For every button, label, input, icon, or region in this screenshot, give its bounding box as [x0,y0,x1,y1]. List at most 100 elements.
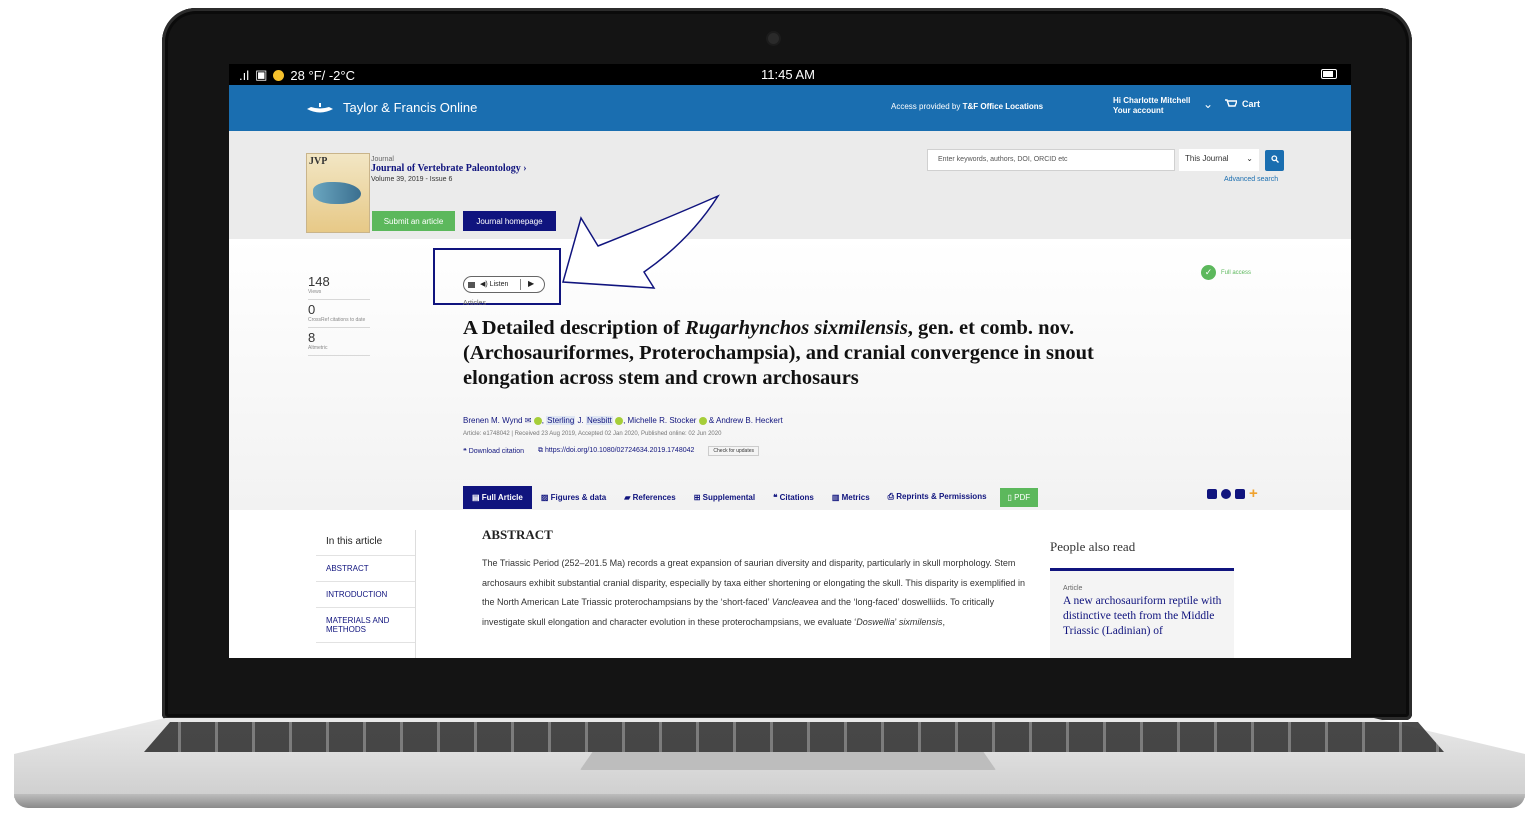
card-kind: Article [1063,585,1083,592]
citations-label: CrossRef citations to date [308,317,370,328]
tab-references[interactable]: ▰ References [615,486,685,509]
card-title[interactable]: A new archosauriform reptile with distin… [1063,594,1224,639]
search-scope-select[interactable]: This Journal ⌄ [1179,149,1259,171]
search-button[interactable] [1265,150,1284,171]
check-for-updates-button[interactable]: Check for updates [708,446,759,456]
submit-article-button[interactable]: Submit an article [372,211,455,231]
orcid-icon[interactable] [533,416,542,425]
listen-text: Listen [489,281,509,288]
cover-label: JVP [309,156,328,167]
chevron-down-icon: ⌄ [1246,154,1253,163]
listen-divider [520,279,521,290]
toc-item-introduction[interactable]: INTRODUCTION [316,582,415,608]
access-prefix: Access provided by [891,102,961,111]
tab-label: PDF [1014,492,1031,502]
share-bar: + [1207,486,1258,501]
clock: 11:45 AM [761,67,815,82]
laptop-edge [14,794,1525,808]
trackpad [580,752,996,770]
twitter-icon[interactable] [1207,489,1217,499]
email-icon[interactable]: ✉ [525,416,532,425]
author-highlight[interactable]: Nesbitt [585,416,613,425]
tab-supplemental[interactable]: ⊞ Supplemental [685,486,764,509]
advanced-search-link[interactable]: Advanced search [1224,176,1278,183]
search-icon [1270,155,1279,163]
battery-icon [1321,69,1337,79]
app-icon: ▣ [255,67,268,82]
access-info: Access provided by T&F Office Locations [891,102,1043,111]
access-org: T&F Office Locations [962,102,1044,111]
abstract-text: The Triassic Period (252–201.5 Ma) recor… [482,554,1028,632]
lamp-icon [307,102,333,112]
orcid-icon[interactable] [615,416,624,425]
brand-name: Taylor & Francis Online [343,100,478,115]
journal-name-link[interactable]: Journal of Vertebrate Paleontology › [371,163,527,174]
orcid-icon[interactable] [698,416,707,425]
site-logo[interactable]: Taylor & Francis Online [305,100,477,115]
cart-label: Cart [1242,99,1261,109]
search-scope-value: This Journal [1185,154,1229,163]
status-bar: .ıl ▣ 28 °F/ -2°C 11:45 AM [229,64,1351,85]
download-citation-label: Download citation [468,448,524,455]
article-metrics: 148 Views 0 CrossRef citations to date 8… [308,275,370,359]
journal-name: Journal of Vertebrate Paleontology [371,163,521,174]
author-highlight[interactable]: Sterling [546,416,576,425]
tab-metrics[interactable]: ▥ Metrics [823,486,879,509]
play-icon[interactable]: ▶ [528,279,534,288]
tab-full-article[interactable]: ▤ Full Article [463,485,532,509]
journal-banner: JVP Journal Journal of Vertebrate Paleon… [229,131,1351,239]
article-type: Articles [463,300,486,307]
author-list: Brenen M. Wynd ✉ , Sterling J. Nesbitt ,… [463,416,783,425]
account-menu[interactable]: Hi Charlotte Mitchell Your account [1113,96,1190,116]
cart-link[interactable]: Cart [1225,99,1260,109]
full-access-badge: ✓ Full access [1201,265,1251,280]
abstract-taxon: sixmilensis [898,616,943,627]
chevron-down-icon[interactable]: ⌄ [1203,97,1213,111]
toc-heading: In this article [316,530,415,556]
tab-figures[interactable]: ▨ Figures & data [532,486,615,509]
article-tabs: ▤ Full Article ▨ Figures & data ▰ Refere… [463,485,1039,509]
related-article-card[interactable]: Article A new archosauriform reptile wit… [1050,568,1234,658]
title-species: Rugarhynchos sixmilensis [685,317,908,339]
altmetric-count: 8 [308,330,316,345]
webcam [768,33,779,44]
your-account: Your account [1113,106,1164,115]
download-citation-link[interactable]: ❝ Download citation [463,447,524,455]
altmetric-label: Altmetric [308,345,370,356]
journal-info: Journal Journal of Vertebrate Paleontolo… [371,156,527,183]
author-link[interactable]: , Michelle R. Stocker [623,416,696,425]
tab-citations[interactable]: ❝ Citations [764,486,823,509]
facebook-icon[interactable] [1221,489,1231,499]
journal-volume: Volume 39, 2019 - Issue 6 [371,176,453,183]
email-share-icon[interactable] [1235,489,1245,499]
doi-text: https://doi.org/10.1080/02724634.2019.17… [544,447,695,454]
author-link[interactable]: & Andrew B. Heckert [707,416,783,425]
tab-label: Citations [779,492,814,502]
cover-illustration [313,182,361,204]
plus-icon[interactable]: + [1249,486,1258,501]
title-part: A Detailed description of [463,317,686,339]
abstract-taxon: Vancleavea [771,597,819,607]
toc-item-materials[interactable]: MATERIALS AND METHODS [316,608,415,643]
abstract-taxon: Doswellia [856,616,895,627]
laptop-base [14,718,1525,810]
site-header: Taylor & Francis Online Access provided … [229,85,1351,131]
abstract-heading: ABSTRACT [482,527,553,542]
tab-label: Figures & data [550,492,607,502]
journal-homepage-button[interactable]: Journal homepage [463,211,556,231]
check-icon: ✓ [1201,265,1216,280]
tab-label: Full Article [481,492,523,502]
views-label: Views [308,289,370,300]
pdf-button[interactable]: ▯ PDF [999,487,1039,507]
search-input[interactable]: Enter keywords, authors, DOI, ORCID etc [927,149,1175,171]
listen-button[interactable]: ◀) Listen ▶ [463,276,545,293]
abstract-part: , [942,616,945,627]
weather-text: 28 °F/ -2°C [290,67,356,83]
tab-reprints[interactable]: ⎙ Reprints & Permissions [879,485,996,509]
toc-item-abstract[interactable]: ABSTRACT [316,556,415,582]
journal-cover[interactable]: JVP [306,153,370,233]
views-count: 148 [308,274,330,289]
author-initial: J. [575,416,586,425]
doi-link[interactable]: ⧉ https://doi.org/10.1080/02724634.2019.… [538,447,694,455]
author-link[interactable]: Brenen M. Wynd [463,416,523,425]
